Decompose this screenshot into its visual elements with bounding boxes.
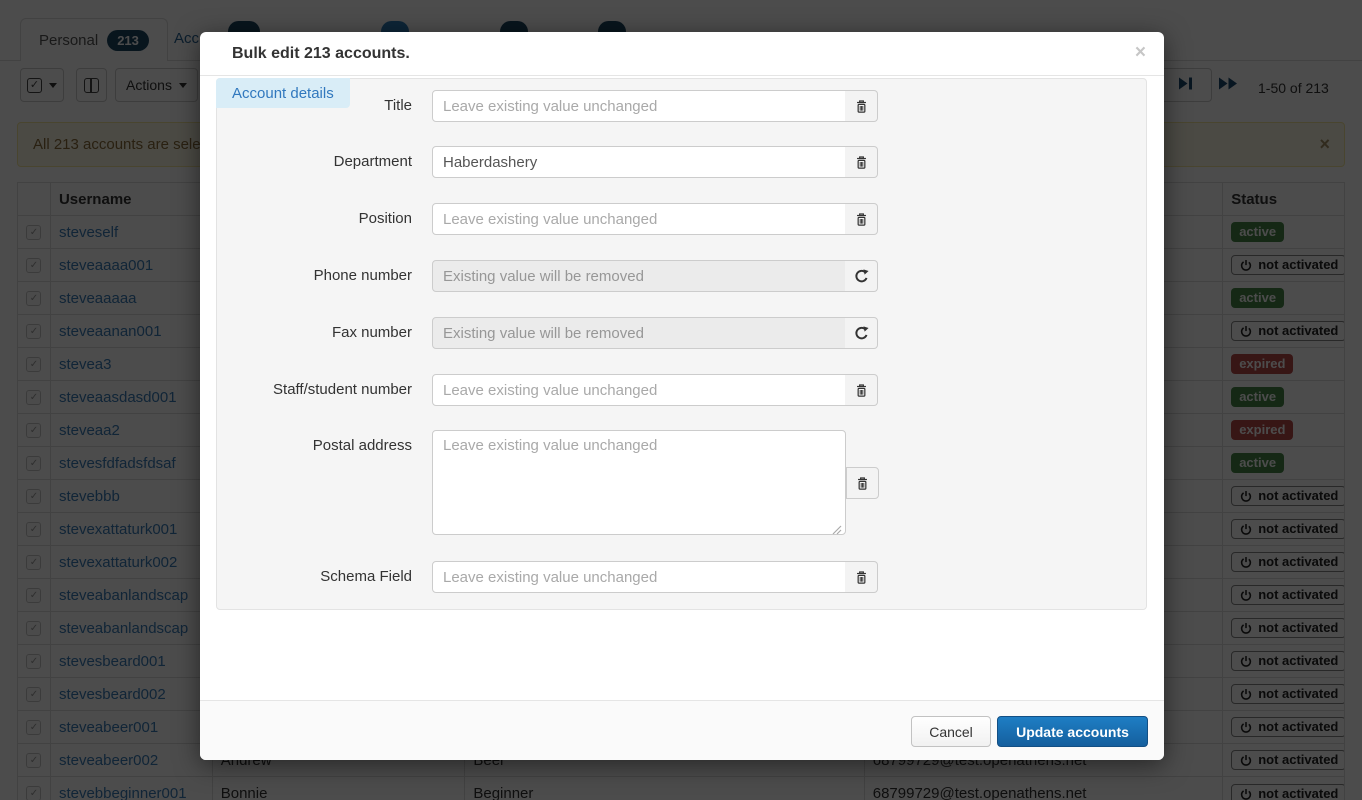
app-root: Personal 213 Acc ✓ Actions 1-50 of 213 A…	[0, 0, 1362, 800]
field-label: Department	[230, 153, 412, 170]
trash-icon	[855, 212, 868, 227]
update-accounts-button[interactable]: Update accounts	[997, 716, 1148, 747]
field-label: Title	[230, 97, 412, 114]
field-label: Postal address	[230, 437, 412, 454]
clear-value-button[interactable]	[845, 146, 878, 178]
resize-handle-icon[interactable]	[831, 522, 842, 540]
trash-icon	[855, 99, 868, 114]
position-input[interactable]	[432, 203, 846, 235]
department-input[interactable]	[432, 146, 846, 178]
phone-number-input[interactable]	[432, 260, 846, 292]
cancel-button[interactable]: Cancel	[911, 716, 991, 747]
field-label: Position	[230, 210, 412, 227]
undo-value-button[interactable]	[845, 260, 878, 292]
clear-value-button[interactable]	[845, 203, 878, 235]
postal-address-textarea[interactable]	[432, 430, 846, 535]
trash-icon	[856, 476, 869, 491]
modal-title: Bulk edit 213 accounts.	[232, 45, 410, 63]
undo-value-button[interactable]	[845, 317, 878, 349]
trash-icon	[855, 155, 868, 170]
trash-icon	[855, 570, 868, 585]
clear-value-button[interactable]	[845, 90, 878, 122]
title-input[interactable]	[432, 90, 846, 122]
undo-icon	[854, 269, 869, 284]
modal-footer: Cancel Update accounts	[200, 700, 1164, 760]
form-row-postal-address: Postal address	[200, 430, 1164, 535]
close-icon[interactable]: ×	[1135, 43, 1146, 62]
undo-icon	[854, 326, 869, 341]
fax-number-input[interactable]	[432, 317, 846, 349]
field-label: Schema Field	[230, 568, 412, 585]
field-label: Fax number	[230, 324, 412, 341]
staff-student-number-input[interactable]	[432, 374, 846, 406]
clear-value-button[interactable]	[846, 467, 879, 499]
bulk-edit-modal: Bulk edit 213 accounts. × Account detail…	[200, 32, 1164, 760]
field-label: Phone number	[230, 267, 412, 284]
clear-value-button[interactable]	[845, 561, 878, 593]
clear-value-button[interactable]	[845, 374, 878, 406]
schema-field-input[interactable]	[432, 561, 846, 593]
trash-icon	[855, 383, 868, 398]
modal-header: Bulk edit 213 accounts. ×	[200, 32, 1164, 76]
field-label: Staff/student number	[230, 381, 412, 398]
